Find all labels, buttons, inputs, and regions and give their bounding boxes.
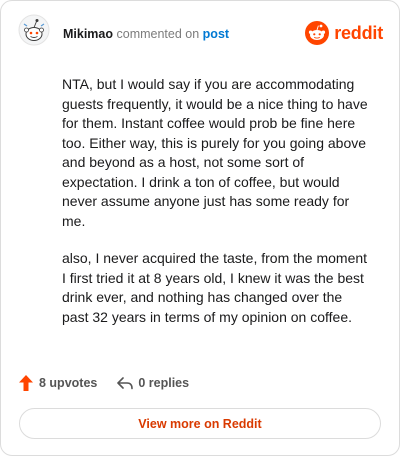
comment-paragraph-1: NTA, but I would say if you are accommod…	[62, 76, 368, 229]
comment-actions: 8 upvotes 0 replies	[19, 375, 189, 391]
post-link[interactable]: post	[203, 27, 229, 41]
reply-arrow-icon	[117, 376, 134, 389]
reddit-logo-icon	[305, 21, 330, 45]
user-avatar[interactable]	[18, 14, 50, 46]
view-more-on-reddit-button[interactable]: View more on Reddit	[19, 408, 381, 439]
replies-count: 0 replies	[138, 376, 190, 390]
comment-header: Mikimao commented on post	[63, 26, 229, 42]
reddit-brand[interactable]: reddit	[305, 21, 383, 45]
comment-paragraph-2: also, I never acquired the taste, from t…	[62, 250, 368, 325]
comment-body: NTA, but I would say if you are accommod…	[62, 75, 372, 345]
view-more-label: View more on Reddit	[138, 416, 262, 431]
upvotes-count: 8 upvotes	[39, 376, 98, 390]
upvote-arrow-icon[interactable]	[19, 375, 33, 391]
reddit-wordmark: reddit	[334, 23, 383, 43]
username-link[interactable]: Mikimao	[63, 27, 113, 41]
snoo-avatar-icon	[18, 14, 50, 46]
embedded-comment-card: Mikimao commented on post reddit NTA, bu…	[0, 0, 400, 456]
action-text: commented on	[116, 27, 200, 41]
replies-group[interactable]: 0 replies	[117, 376, 189, 390]
